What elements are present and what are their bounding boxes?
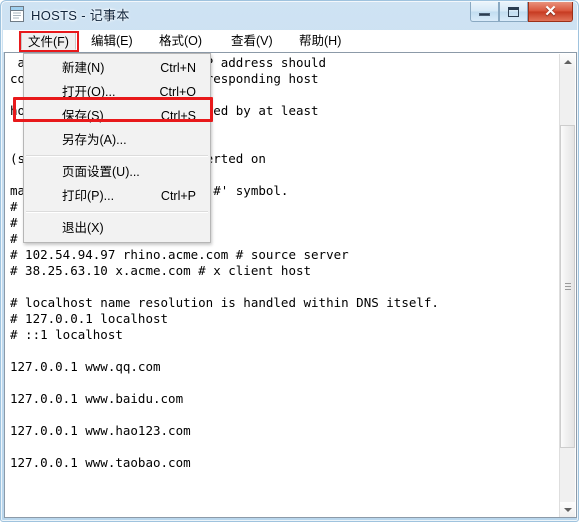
menu-option-save[interactable]: 保存(S) Ctrl+S: [24, 104, 210, 128]
scrollbar-grip-icon: [565, 282, 571, 291]
menu-option-new-label: 新建(N): [62, 61, 105, 75]
menu-item-view[interactable]: 查看(V): [225, 32, 279, 50]
menu-bar: 文件(F) 编辑(E) 格式(O) 查看(V) 帮助(H): [3, 30, 578, 52]
menu-option-save-label: 保存(S): [62, 109, 104, 123]
menu-option-print-accel: Ctrl+P: [160, 189, 196, 203]
menu-option-new-accel: Ctrl+N: [160, 61, 196, 75]
menu-option-exit-label: 退出(X): [62, 221, 104, 235]
close-button[interactable]: ✕: [528, 2, 573, 22]
menu-item-edit[interactable]: 编辑(E): [85, 32, 139, 50]
menu-option-save-as-label: 另存为(A)...: [62, 133, 127, 147]
menu-option-open[interactable]: 打开(O)... Ctrl+O: [24, 80, 210, 104]
vertical-scrollbar[interactable]: [559, 54, 575, 517]
scroll-down-button[interactable]: [560, 502, 575, 517]
title-bar[interactable]: HOSTS - 记事本 ✕: [1, 1, 579, 29]
menu-option-page-setup[interactable]: 页面设置(U)...: [24, 160, 210, 184]
file-dropdown-menu[interactable]: 新建(N) Ctrl+N 打开(O)... Ctrl+O 保存(S) Ctrl+…: [23, 53, 211, 243]
page-bottom-strip: [0, 522, 579, 528]
menu-item-file[interactable]: 文件(F): [21, 32, 76, 50]
minimize-icon: [479, 13, 490, 16]
window-title: HOSTS - 记事本: [31, 8, 130, 23]
menu-option-page-setup-label: 页面设置(U)...: [62, 165, 140, 179]
menu-option-open-accel: Ctrl+O: [159, 85, 196, 99]
menu-option-new[interactable]: 新建(N) Ctrl+N: [24, 56, 210, 80]
scroll-up-button[interactable]: [560, 54, 575, 70]
scroll-up-icon: [563, 60, 572, 64]
menu-option-print[interactable]: 打印(P)... Ctrl+P: [24, 184, 210, 208]
notepad-window: HOSTS - 记事本 ✕ 文件(F) 编辑(E) 格式(O) 查看(V) 帮助…: [0, 0, 579, 522]
maximize-icon: [508, 6, 519, 17]
menu-option-save-as[interactable]: 另存为(A)...: [24, 128, 210, 152]
menu-option-open-label: 打开(O)...: [62, 85, 116, 99]
menu-item-help[interactable]: 帮助(H): [293, 32, 347, 50]
menu-option-print-label: 打印(P)...: [62, 189, 115, 203]
scroll-down-icon: [563, 508, 572, 512]
menu-separator-1: [26, 155, 208, 157]
menu-option-save-accel: Ctrl+S: [160, 109, 196, 123]
scrollbar-thumb[interactable]: [560, 125, 575, 448]
menu-separator-2: [26, 211, 208, 213]
menu-option-exit[interactable]: 退出(X): [24, 216, 210, 240]
close-icon: ✕: [544, 3, 557, 20]
minimize-button[interactable]: [470, 2, 499, 22]
maximize-button[interactable]: [499, 2, 528, 22]
notepad-icon: [9, 6, 25, 22]
menu-item-format[interactable]: 格式(O): [153, 32, 208, 50]
